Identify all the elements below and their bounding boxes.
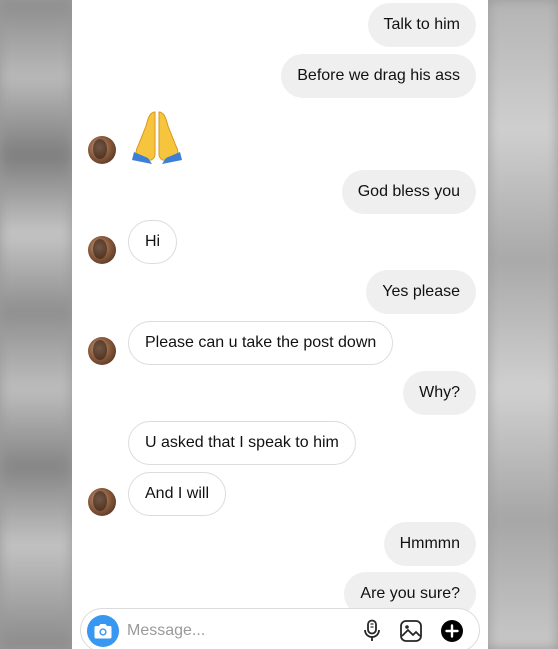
message-sent[interactable]: Talk to him	[367, 3, 476, 47]
gallery-button[interactable]	[399, 619, 423, 643]
plus-icon	[441, 620, 463, 642]
message-received[interactable]: And I will	[128, 472, 227, 516]
message-text: Talk to him	[383, 16, 460, 33]
microphone-button[interactable]	[360, 619, 384, 643]
message-sent[interactable]: Before we drag his ass	[281, 54, 476, 98]
message-sent[interactable]: Why?	[403, 371, 476, 415]
avatar[interactable]	[88, 488, 116, 516]
message-text: Please can u take the post down	[145, 334, 377, 351]
camera-icon	[94, 624, 112, 639]
avatar[interactable]	[88, 136, 116, 164]
blurred-background-left	[0, 0, 72, 649]
message-sent[interactable]: God bless you	[341, 170, 476, 214]
message-text: U asked that I speak to him	[145, 434, 339, 451]
gallery-icon	[400, 620, 422, 642]
message-composer	[80, 608, 480, 649]
avatar[interactable]	[88, 337, 116, 365]
blurred-background-right	[488, 0, 558, 649]
message-received[interactable]: Please can u take the post down	[128, 321, 394, 365]
folded-hands-icon[interactable]	[130, 108, 184, 164]
message-text: Why?	[419, 384, 460, 401]
microphone-icon	[364, 619, 380, 641]
message-text: Hi	[145, 233, 161, 250]
message-received[interactable]: Hi	[128, 220, 178, 264]
message-sent[interactable]: Yes please	[366, 270, 476, 314]
message-received[interactable]: U asked that I speak to him	[128, 421, 356, 465]
message-text: Before we drag his ass	[297, 67, 460, 84]
message-text: And I will	[145, 485, 210, 502]
message-input[interactable]	[127, 609, 347, 649]
message-text: Are you sure?	[360, 585, 460, 602]
message-text: Yes please	[382, 283, 460, 300]
message-text: God bless you	[357, 183, 460, 200]
message-text: Hmmmn	[399, 535, 460, 552]
avatar[interactable]	[88, 236, 116, 264]
chat-screen: Talk to him Before we drag his ass God b…	[72, 0, 488, 649]
more-options-button[interactable]	[440, 619, 464, 643]
camera-button[interactable]	[87, 615, 119, 647]
message-sent[interactable]: Hmmmn	[383, 522, 476, 566]
